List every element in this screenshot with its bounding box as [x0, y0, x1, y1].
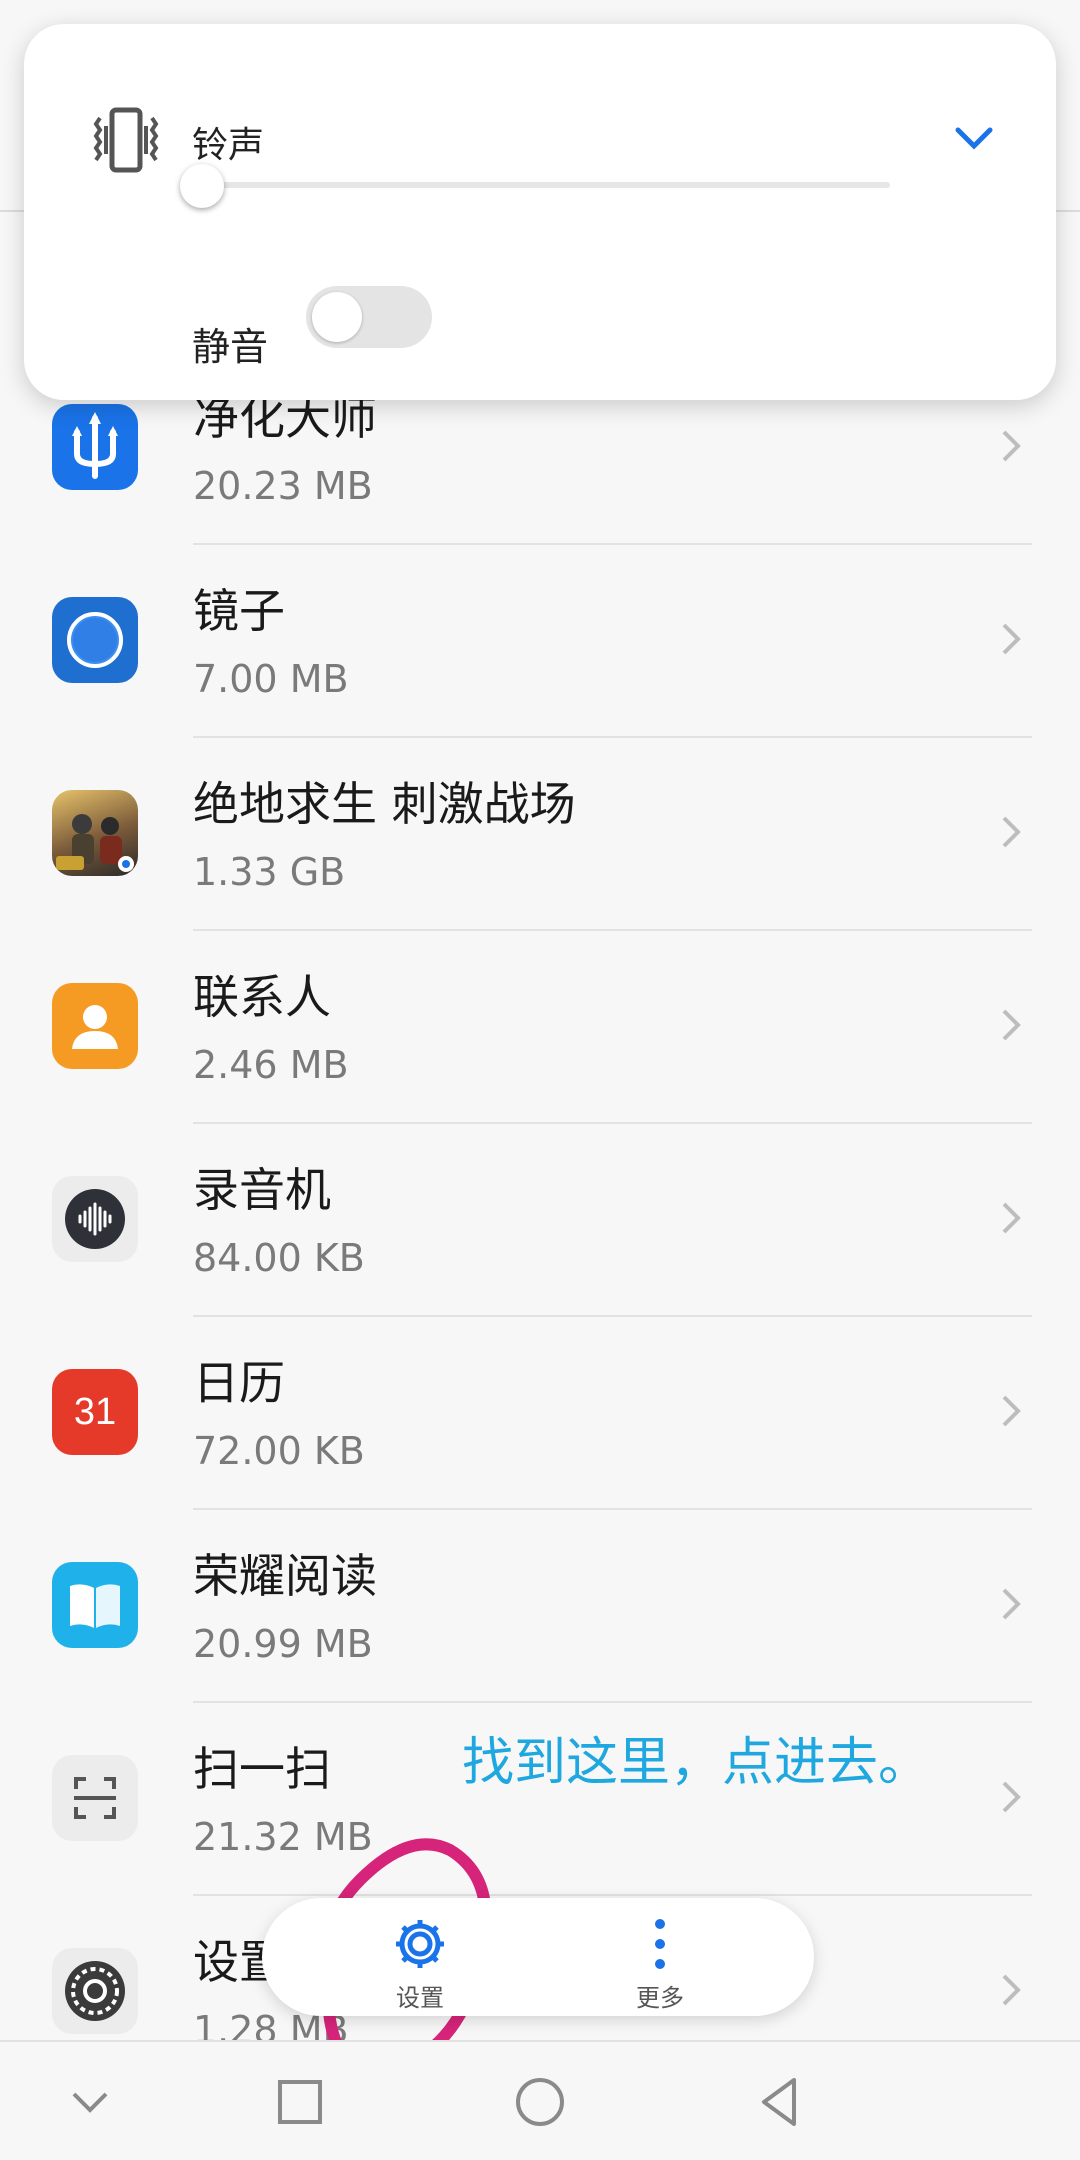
app-size: 72.00 KB	[193, 1429, 365, 1473]
scan-icon	[52, 1755, 138, 1841]
settings-gear-icon	[52, 1948, 138, 2034]
chevron-right-icon	[1002, 816, 1021, 848]
chevron-right-icon	[1002, 1588, 1021, 1620]
app-name: 日历	[193, 1356, 285, 1410]
app-size: 20.99 MB	[193, 1622, 373, 1666]
list-item[interactable]: 31 日历 72.00 KB	[0, 1317, 1080, 1510]
app-size: 2.46 MB	[193, 1043, 349, 1087]
settings-label: 设置	[396, 1984, 444, 2012]
recorder-icon	[52, 1176, 138, 1262]
mute-toggle[interactable]	[306, 286, 432, 348]
app-size: 1.33 GB	[193, 850, 346, 894]
app-name: 联系人	[193, 970, 331, 1024]
ringtone-label: 铃声	[192, 125, 265, 166]
list-item[interactable]: 镜子 7.00 MB	[0, 545, 1080, 738]
app-list-screen: 净化大师 20.23 MB 镜子 7.00 MB 绝地求生 刺激战场 1.33 …	[0, 0, 1080, 2160]
chevron-right-icon	[1002, 1202, 1021, 1234]
mirror-icon	[52, 597, 138, 683]
app-name: 绝地求生 刺激战场	[193, 777, 576, 831]
back-icon[interactable]	[750, 2072, 810, 2132]
chevron-down-icon[interactable]	[952, 116, 996, 160]
volume-panel: 铃声 静音	[24, 24, 1056, 400]
cleaner-trident-icon	[52, 404, 138, 490]
list-item[interactable]: 绝地求生 刺激战场 1.33 GB	[0, 738, 1080, 931]
toggle-knob	[312, 292, 362, 342]
chevron-right-icon	[1002, 1974, 1021, 2006]
chevron-right-icon	[1002, 623, 1021, 655]
app-name: 镜子	[193, 584, 285, 638]
home-icon[interactable]	[510, 2072, 570, 2132]
contacts-icon	[52, 983, 138, 1069]
settings-button[interactable]: 设置	[350, 1906, 490, 2012]
more-label: 更多	[636, 1984, 684, 2012]
vibrate-icon[interactable]	[76, 90, 176, 190]
annotation-text: 找到这里，点进去。	[462, 1733, 931, 1793]
system-navigation-bar	[0, 2040, 1080, 2160]
chevron-right-icon	[1002, 430, 1021, 462]
list-item[interactable]: 联系人 2.46 MB	[0, 931, 1080, 1124]
calendar-date-badge: 31	[73, 1390, 117, 1433]
recent-apps-icon[interactable]	[270, 2072, 330, 2132]
gear-icon	[396, 1920, 444, 1968]
mute-label: 静音	[192, 325, 269, 369]
chevron-right-icon	[1002, 1009, 1021, 1041]
more-vertical-icon	[655, 1919, 665, 1969]
floating-action-bar: 设置 更多	[262, 1898, 814, 2016]
app-name: 录音机	[193, 1163, 331, 1217]
chevron-right-icon	[1002, 1781, 1021, 1813]
app-size: 7.00 MB	[193, 657, 349, 701]
reader-book-icon	[52, 1562, 138, 1648]
chevron-down-nav-icon[interactable]	[60, 2072, 120, 2132]
calendar-icon: 31	[52, 1369, 138, 1455]
ringtone-slider-track[interactable]	[204, 182, 890, 188]
list-item[interactable]: 录音机 84.00 KB	[0, 1124, 1080, 1317]
app-name: 扫一扫	[193, 1742, 331, 1796]
chevron-right-icon	[1002, 1395, 1021, 1427]
pubg-game-icon	[52, 790, 138, 876]
ringtone-slider-thumb[interactable]	[180, 164, 224, 208]
more-button[interactable]: 更多	[590, 1906, 730, 2012]
list-item[interactable]: 荣耀阅读 20.99 MB	[0, 1510, 1080, 1703]
app-name: 荣耀阅读	[193, 1549, 377, 1603]
app-size: 84.00 KB	[193, 1236, 365, 1280]
app-size: 20.23 MB	[193, 464, 373, 508]
